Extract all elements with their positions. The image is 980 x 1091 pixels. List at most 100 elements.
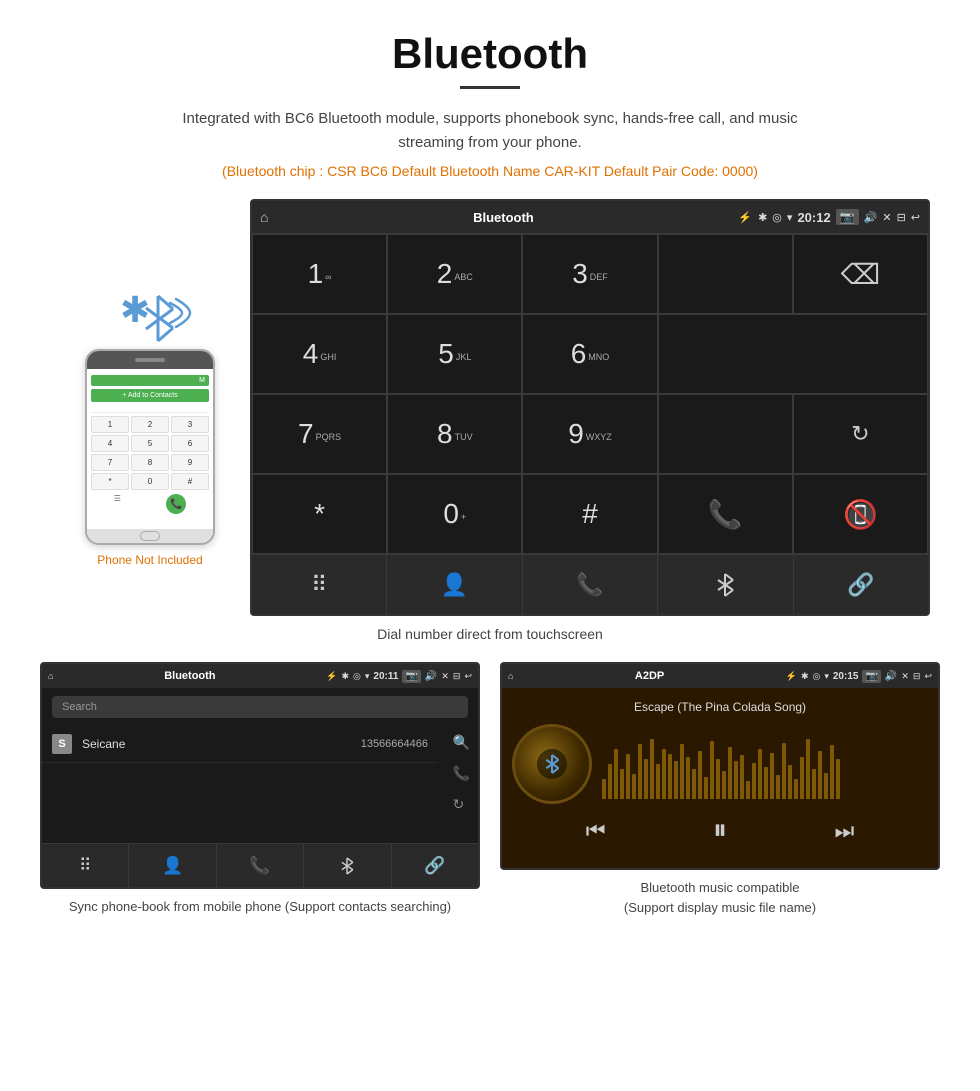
phone-key-4[interactable]: 4: [91, 435, 129, 452]
music-back-icon[interactable]: ↩: [924, 671, 932, 682]
pb-tool-link[interactable]: 🔗: [392, 844, 478, 887]
pb-contact-name: Seicane: [82, 737, 361, 751]
subtitle: Integrated with BC6 Bluetooth module, su…: [150, 107, 830, 155]
dp-call-red[interactable]: 📵: [793, 474, 928, 554]
hu-tool-phone[interactable]: 📞: [523, 555, 658, 614]
dp-empty-r3c4: [658, 394, 793, 474]
hu-tool-dialpad[interactable]: ⠿: [252, 555, 387, 614]
phone-mockup: M + Add to Contacts 1 2 3 4 5 6 7 8 9 * …: [85, 349, 215, 545]
dp-key-hash[interactable]: #: [522, 474, 657, 554]
pb-tool-dialpad[interactable]: ⠿: [42, 844, 129, 887]
viz-bar: [824, 773, 828, 799]
music-bt-icon: ✱: [801, 671, 809, 682]
hu-close-icon[interactable]: ✕: [882, 211, 891, 224]
dp-call-green[interactable]: 📞: [658, 474, 793, 554]
phone-screen: M + Add to Contacts 1 2 3 4 5 6 7 8 9 * …: [87, 369, 213, 529]
phone-call-button[interactable]: 📞: [166, 494, 186, 514]
dp-key-1[interactable]: 1∞: [252, 234, 387, 314]
phone-key-7[interactable]: 7: [91, 454, 129, 471]
dp-key-9[interactable]: 9WXYZ: [522, 394, 657, 474]
viz-bar: [620, 769, 624, 799]
viz-bar: [614, 749, 618, 799]
viz-bar: [644, 759, 648, 799]
pb-reload-side-icon[interactable]: ↻: [453, 796, 470, 813]
music-cam-icon[interactable]: 📷: [862, 670, 880, 683]
pb-signal-icon: ▾: [365, 671, 370, 682]
pb-search-bar[interactable]: Search: [52, 696, 468, 718]
dp-key-7[interactable]: 7PQRS: [252, 394, 387, 474]
dp-key-8[interactable]: 8TUV: [387, 394, 522, 474]
dp-key-6[interactable]: 6MNO: [522, 314, 657, 394]
pb-vol-icon[interactable]: 🔊: [425, 671, 437, 682]
pb-win-icon[interactable]: ⊟: [453, 671, 461, 682]
phone-key-9[interactable]: 9: [171, 454, 209, 471]
pb-cam-icon[interactable]: 📷: [402, 670, 420, 683]
pb-bt-icon: ✱: [341, 671, 349, 682]
hu-tool-link[interactable]: 🔗: [794, 555, 928, 614]
pb-side-icons: 🔍 📞 ↻: [453, 734, 470, 813]
pb-back-icon[interactable]: ↩: [464, 671, 472, 682]
music-close-icon[interactable]: ✕: [901, 671, 909, 682]
hu-volume-icon[interactable]: 🔊: [864, 211, 878, 224]
pb-statusbar: ⌂ Bluetooth ⚡ ✱ ◎ ▾ 20:11 📷 🔊 ✕ ⊟ ↩: [42, 664, 478, 688]
next-track-button[interactable]: ⏭: [834, 818, 854, 844]
hu-tool-bluetooth[interactable]: [658, 555, 793, 614]
phone-key-8[interactable]: 8: [131, 454, 169, 471]
dp-reload[interactable]: ↻: [793, 394, 928, 474]
dp-key-2[interactable]: 2ABC: [387, 234, 522, 314]
dp-backspace[interactable]: ⌫: [793, 234, 928, 314]
play-pause-button[interactable]: ⏸: [713, 814, 727, 847]
phone-aside: ✱: [50, 199, 250, 567]
dp-key-5[interactable]: 5JKL: [387, 314, 522, 394]
dp-display-row1: [658, 234, 793, 314]
phone-key-2[interactable]: 2: [131, 416, 169, 433]
viz-bar: [782, 743, 786, 799]
hu-location-icon: ◎: [772, 211, 782, 224]
phone-cam-icon: ☰: [114, 494, 121, 514]
viz-bar: [818, 751, 822, 799]
pb-call-side-icon[interactable]: 📞: [453, 765, 470, 782]
pb-tool-bluetooth[interactable]: [304, 844, 391, 887]
phone-key-6[interactable]: 6: [171, 435, 209, 452]
phone-key-star[interactable]: *: [91, 473, 129, 490]
pb-close-icon[interactable]: ✕: [441, 671, 449, 682]
dp-key-4[interactable]: 4GHI: [252, 314, 387, 394]
viz-bar: [740, 755, 744, 799]
dp-key-0[interactable]: 0+: [387, 474, 522, 554]
main-content-area: ✱: [0, 199, 980, 616]
music-screen-hu: ⌂ A2DP ⚡ ✱ ◎ ▾ 20:15 📷 🔊 ✕ ⊟ ↩ Escape (T…: [500, 662, 940, 870]
music-home-icon[interactable]: ⌂: [508, 671, 513, 681]
music-time: 20:15: [833, 671, 859, 682]
hu-tool-contacts[interactable]: 👤: [387, 555, 522, 614]
pb-home-icon[interactable]: ⌂: [48, 671, 53, 681]
viz-bar: [800, 757, 804, 799]
prev-track-button[interactable]: ⏮: [586, 818, 606, 844]
phone-key-hash[interactable]: #: [171, 473, 209, 490]
phone-bottom-row: ☰ 📞: [91, 494, 209, 514]
viz-bar: [704, 777, 708, 799]
music-title-bar: A2DP: [517, 670, 781, 682]
pb-contact-item[interactable]: S Seicane 13566664466: [42, 726, 438, 763]
music-vol-icon[interactable]: 🔊: [885, 671, 897, 682]
phone-home-circle: [140, 531, 160, 541]
hu-home-icon[interactable]: ⌂: [260, 209, 268, 225]
viz-bar: [788, 765, 792, 799]
music-statusbar: ⌂ A2DP ⚡ ✱ ◎ ▾ 20:15 📷 🔊 ✕ ⊟ ↩: [502, 664, 938, 688]
phone-key-3[interactable]: 3: [171, 416, 209, 433]
hu-camera-icon[interactable]: 📷: [836, 209, 859, 225]
music-win-icon[interactable]: ⊟: [913, 671, 921, 682]
phone-add-contacts: + Add to Contacts: [91, 389, 209, 402]
phone-home-button[interactable]: [87, 529, 213, 543]
phone-key-5[interactable]: 5: [131, 435, 169, 452]
dp-key-star[interactable]: *: [252, 474, 387, 554]
hu-back-icon[interactable]: ↩: [911, 211, 920, 224]
hu-window-icon[interactable]: ⊟: [897, 211, 906, 224]
pb-tool-phone[interactable]: 📞: [217, 844, 304, 887]
pb-search-side-icon[interactable]: 🔍: [453, 734, 470, 751]
phone-key-0[interactable]: 0: [131, 473, 169, 490]
viz-bar: [680, 744, 684, 799]
phone-key-1[interactable]: 1: [91, 416, 129, 433]
pb-title: Bluetooth: [57, 670, 322, 682]
dp-key-3[interactable]: 3DEF: [522, 234, 657, 314]
pb-tool-contacts[interactable]: 👤: [129, 844, 216, 887]
